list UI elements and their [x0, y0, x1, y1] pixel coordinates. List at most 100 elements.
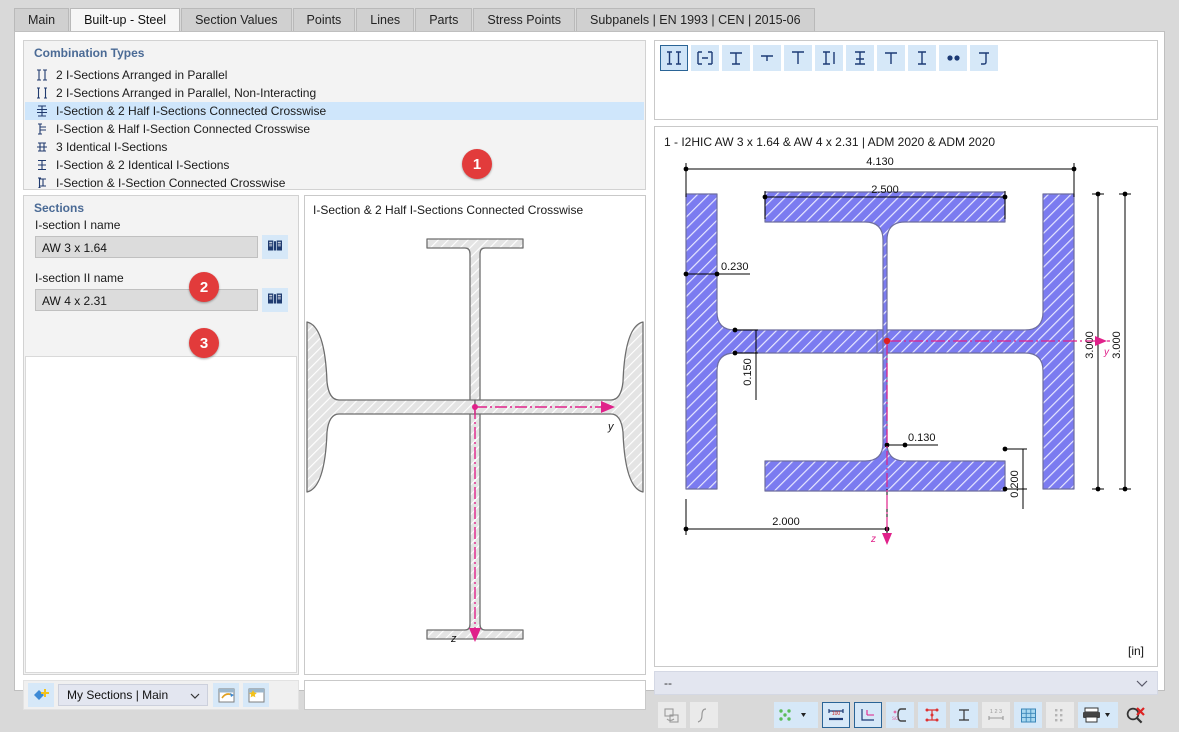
- sections-fields: I-section I name AW 3 x 1.64 I-section I…: [24, 218, 298, 332]
- i-section-1-label: I-section I name: [35, 218, 121, 232]
- snap-grid-button[interactable]: [1046, 702, 1074, 728]
- shape-i-cross-button[interactable]: [846, 45, 874, 71]
- two-i-parallel-icon: [34, 67, 50, 83]
- built-up-section-drawing: 4.130 2.500 0.230 0.150 0.130 0.200 2.00…: [683, 157, 1131, 545]
- shape-type-toolbar: [654, 40, 1158, 120]
- dim-height-inner-label: 3.000: [1084, 331, 1096, 359]
- section-detail-select[interactable]: --: [654, 671, 1158, 695]
- combination-item-6[interactable]: I-Section & I-Section Connected Crosswis…: [25, 174, 644, 188]
- combination-item-1[interactable]: 2 I-Sections Arranged in Parallel, Non-I…: [25, 84, 644, 102]
- dim-height-outer-label: 3.000: [1111, 331, 1123, 359]
- library-select-value: My Sections | Main: [67, 688, 169, 702]
- tab-stress-points[interactable]: Stress Points: [473, 8, 576, 31]
- axes-toggle-button[interactable]: [854, 702, 882, 728]
- tab-points[interactable]: Points: [292, 8, 356, 31]
- shape-i-narrow-button[interactable]: [908, 45, 936, 71]
- i-and-i-crosswise-icon: [34, 175, 50, 188]
- i-section-1-input[interactable]: AW 3 x 1.64: [35, 236, 258, 258]
- shape-i-and-bar-button[interactable]: [815, 45, 843, 71]
- dim-web-height-label: 0.150: [742, 358, 754, 386]
- two-i-parallel-noninteracting-icon: [34, 85, 50, 101]
- tab-subpanels[interactable]: Subpanels | EN 1993 | CEN | 2015-06: [576, 8, 815, 31]
- tab-built-up-steel[interactable]: Built-up - Steel: [70, 8, 181, 31]
- shape-t-tall-button[interactable]: [784, 45, 812, 71]
- tab-section-values[interactable]: Section Values: [181, 8, 292, 31]
- shape-t-up-button[interactable]: [722, 45, 750, 71]
- tab-bar: Main Built-up - Steel Section Values Poi…: [0, 0, 1179, 31]
- new-from-template-button[interactable]: [243, 683, 269, 707]
- i-section-1-library-button[interactable]: [262, 235, 288, 259]
- combination-item-2[interactable]: I-Section & 2 Half I-Sections Connected …: [25, 102, 644, 120]
- tab-list: Main Built-up - Steel Section Values Poi…: [14, 8, 816, 31]
- chevron-down-icon: [190, 688, 200, 702]
- badge-3: 3: [189, 328, 219, 358]
- library-select[interactable]: My Sections | Main: [58, 684, 208, 706]
- i-and-two-half-i-crosswise-icon: [34, 103, 50, 119]
- tab-lines[interactable]: Lines: [356, 8, 415, 31]
- shear-center-button[interactable]: sc: [886, 702, 914, 728]
- stress-points-button[interactable]: [918, 702, 946, 728]
- axis-z-label: z: [870, 534, 876, 545]
- combination-item-label: I-Section & 2 Identical I-Sections: [56, 158, 230, 172]
- combination-item-label: I-Section & 2 Half I-Sections Connected …: [56, 104, 327, 118]
- print-button[interactable]: [1078, 702, 1118, 728]
- i-section-2-input[interactable]: AW 4 x 2.31: [35, 289, 258, 311]
- svg-text:sc: sc: [892, 716, 898, 722]
- measure-button[interactable]: [690, 702, 718, 728]
- section-preview-title: I-Section & 2 Half I-Sections Connected …: [313, 203, 584, 217]
- close-view-button[interactable]: [1122, 702, 1150, 728]
- shape-two-i-rotated-button[interactable]: [691, 45, 719, 71]
- i-section-2-label: I-section II name: [35, 271, 124, 285]
- right-panel: 1 - I2HIC AW 3 x 1.64 & AW 4 x 2.31 | AD…: [654, 40, 1158, 728]
- shape-type-row: [655, 41, 1157, 71]
- tab-parts[interactable]: Parts: [415, 8, 473, 31]
- shape-two-dots-button[interactable]: [939, 45, 967, 71]
- sections-title: Sections: [34, 201, 85, 215]
- shape-j-button[interactable]: [970, 45, 998, 71]
- shape-two-i-parallel-button[interactable]: [660, 45, 688, 71]
- tab-main[interactable]: Main: [14, 8, 70, 31]
- combination-types-list[interactable]: 2 I-Sections Arranged in Parallel 2 I-Se…: [25, 66, 644, 188]
- axis-z-label: z: [450, 633, 457, 645]
- numbering-button[interactable]: 1 2 3: [982, 702, 1010, 728]
- combination-types-title: Combination Types: [34, 46, 145, 60]
- section-preview-panel: I-Section & 2 Half I-Sections Connected …: [304, 195, 646, 675]
- sections-panel: Sections I-section I name AW 3 x 1.64 I-…: [23, 195, 299, 675]
- dim-inner-width-label: 2.500: [871, 184, 899, 196]
- shape-t-small-button[interactable]: [753, 45, 781, 71]
- i-and-two-identical-i-icon: [34, 157, 50, 173]
- three-identical-i-icon: [34, 139, 50, 155]
- book-icon: [267, 239, 283, 255]
- combination-item-3[interactable]: I-Section & Half I-Section Connected Cro…: [25, 120, 644, 138]
- export-dxf-button[interactable]: [658, 702, 686, 728]
- i-section-2-library-button[interactable]: [262, 288, 288, 312]
- combination-item-4[interactable]: 3 Identical I-Sections: [25, 138, 644, 156]
- grid-toggle-button[interactable]: [1014, 702, 1042, 728]
- svg-text:100: 100: [832, 711, 841, 717]
- section-detail-select-value: --: [664, 676, 672, 690]
- import-section-button[interactable]: [213, 683, 239, 707]
- section-preview-drawing[interactable]: y z: [305, 224, 645, 674]
- combination-item-5[interactable]: I-Section & 2 Identical I-Sections: [25, 156, 644, 174]
- dim-bottom-width-label: 2.000: [772, 516, 800, 528]
- new-section-button[interactable]: [28, 683, 54, 707]
- combination-item-label: I-Section & Half I-Section Connected Cro…: [56, 122, 311, 136]
- dim-web-thickness-label: 0.130: [908, 432, 936, 444]
- dimensions-toggle-button[interactable]: 100: [822, 702, 850, 728]
- dim-flange-thickness-bottom-label: 0.200: [1009, 470, 1021, 498]
- svg-text:1 2 3: 1 2 3: [990, 709, 1002, 715]
- combination-item-0[interactable]: 2 I-Sections Arranged in Parallel: [25, 66, 644, 84]
- parts-button[interactable]: [950, 702, 978, 728]
- combination-item-label: I-Section & I-Section Connected Crosswis…: [56, 176, 286, 188]
- section-detail-title: 1 - I2HIC AW 3 x 1.64 & AW 4 x 2.31 | AD…: [664, 135, 996, 149]
- chevron-down-icon: [1136, 676, 1148, 690]
- shape-i-plain-button[interactable]: [877, 45, 905, 71]
- dim-flange-thickness-left-label: 0.230: [721, 261, 749, 273]
- unit-label: [in]: [1127, 644, 1144, 658]
- application-window: Main Built-up - Steel Section Values Poi…: [0, 0, 1179, 728]
- book-icon: [267, 292, 283, 308]
- client-area: Combination Types 2 I-Sections Arranged …: [14, 31, 1165, 728]
- section-detail-view: 1 - I2HIC AW 3 x 1.64 & AW 4 x 2.31 | AD…: [654, 126, 1158, 667]
- point-display-button[interactable]: [774, 702, 818, 728]
- view-toolbar: 100 sc 1 2 3: [654, 698, 1158, 732]
